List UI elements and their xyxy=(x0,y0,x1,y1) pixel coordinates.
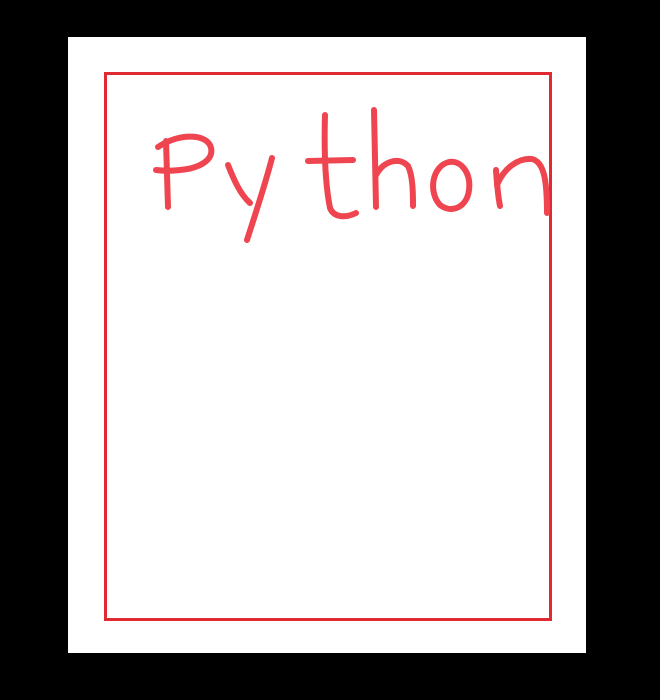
handwritten-text-label: Python xyxy=(0,0,1,1)
red-rectangle-frame xyxy=(104,72,552,621)
white-page xyxy=(68,37,586,653)
